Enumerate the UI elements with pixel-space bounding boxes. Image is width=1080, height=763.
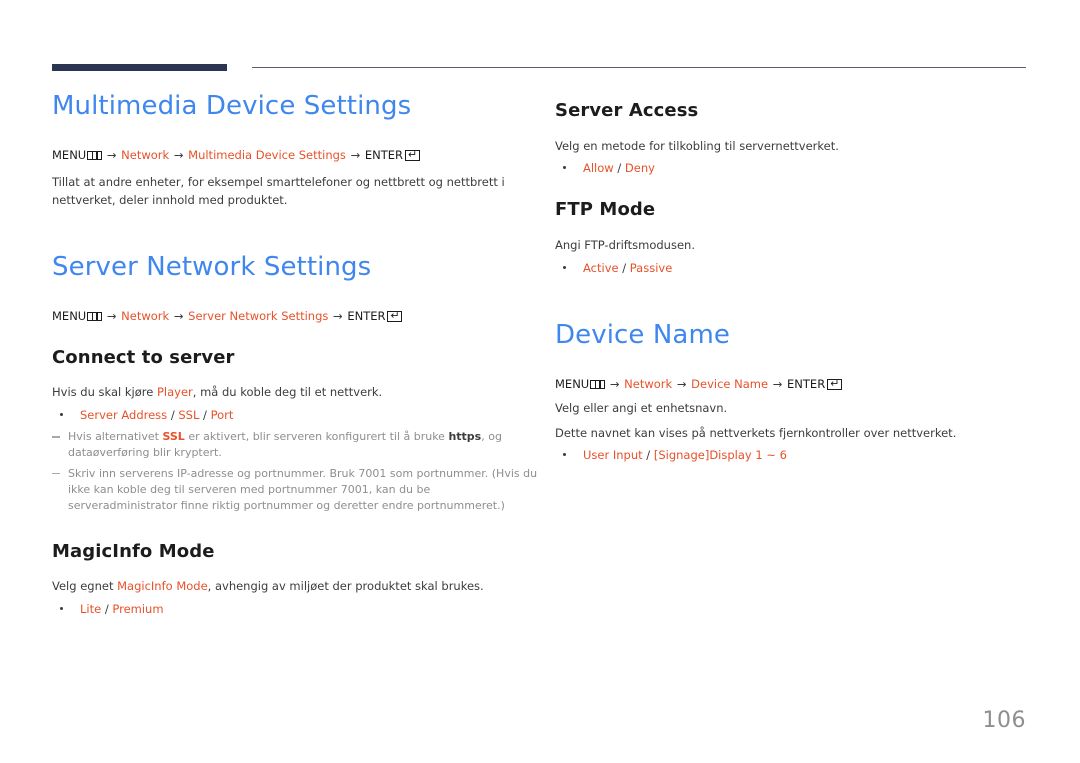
arrow-icon: → [609,376,620,391]
enter-label: ENTER [787,376,826,391]
option-active[interactable]: Active [583,261,619,275]
paragraph-device-name-1: Velg eller angi et enhetsnavn. [555,401,728,416]
paragraph-multimedia-device-settings: Tillat at andre enheter, for eksempel sm… [52,175,505,207]
option-lite[interactable]: Lite [80,602,101,616]
page-number: 106 [982,708,1026,733]
right-column: Server Access Velg en metode for tilkobl… [555,92,1035,465]
option-list-magicinfo-mode: Lite / Premium [52,600,542,618]
paragraph-device-name-2: Dette navnet kan vises på nettverkets fj… [555,425,957,440]
paragraph-magicinfo-mode: Velg egnet MagicInfo Mode, avhengig av m… [52,578,542,595]
menu-path-multimedia-device-settings: MENU → Network → Multimedia Device Setti… [52,148,542,164]
option-allow[interactable]: Allow [583,161,614,175]
menu-label: MENU [52,147,87,162]
arrow-icon: → [106,147,117,162]
enter-icon: ↵ [827,378,843,390]
header-rule-thin [252,67,1026,68]
option-deny[interactable]: Deny [625,161,655,175]
list-item[interactable]: User Input / [Signage]Display 1 ~ 6 [555,446,1035,464]
option-list-ftp-mode: Active / Passive [555,259,1035,277]
option-signage-display[interactable]: [Signage]Display 1 ~ 6 [654,448,787,462]
subsection-title-magicinfo-mode: MagicInfo Mode [52,540,215,562]
arrow-icon: → [350,147,361,162]
accent-player: Player [156,385,193,400]
menu-path-part-network: Network [121,309,170,324]
menu-icon [87,150,103,160]
subsection-title-server-access: Server Access [555,100,699,121]
accent-magicinfo-mode: MagicInfo Mode [117,579,208,594]
option-list-device-name: User Input / [Signage]Display 1 ~ 6 [555,446,1035,464]
enter-label: ENTER [347,309,386,324]
menu-path-device-name: MENU → Network → Device Name → ENTER ↵ [555,377,1035,393]
enter-label: ENTER [364,147,404,162]
menu-path-part-server-network-settings: Server Network Settings [188,309,329,324]
paragraph-ftp-mode: Angi FTP-driftsmodusen. [555,238,695,253]
option-premium[interactable]: Premium [112,602,163,616]
list-item[interactable]: Server Address / SSL / Port [52,406,542,424]
option-passive[interactable]: Passive [630,261,673,275]
paragraph-server-access: Velg en metode for tilkobling til server… [555,138,839,153]
menu-path-part-network: Network [624,376,673,391]
arrow-icon: → [173,147,184,162]
subsection-title-ftp-mode: FTP Mode [555,199,656,221]
accent-ssl: SSL [162,430,185,444]
bold-https: https [448,430,482,444]
manual-page: Multimedia Device Settings MENU → Networ… [0,0,1080,763]
note-item-port: Skriv inn serverens IP-adresse og portnu… [52,466,542,514]
section-title-device-name: Device Name [555,319,730,350]
list-item[interactable]: Allow / Deny [555,159,1035,177]
menu-path-part-network: Network [121,147,170,162]
note-list-connect-to-server: Hvis alternativet SSL er aktivert, blir … [52,429,542,514]
option-user-input[interactable]: User Input [583,448,643,462]
arrow-icon: → [772,376,783,391]
section-title-server-network-settings: Server Network Settings [52,252,372,283]
menu-path-server-network-settings: MENU → Network → Server Network Settings… [52,309,542,325]
menu-path-part-multimedia: Multimedia Device Settings [188,147,346,162]
menu-icon [87,312,103,322]
menu-icon [590,379,606,389]
note-item-ssl: Hvis alternativet SSL er aktivert, blir … [52,429,542,461]
menu-path-part-device-name: Device Name [691,376,769,391]
enter-icon: ↵ [405,149,421,161]
header-rule-group [52,64,1026,74]
left-column: Multimedia Device Settings MENU → Networ… [52,91,542,618]
text-after: , avhengig av miljøet der produktet skal… [207,579,484,594]
header-rule-thick [52,64,227,71]
arrow-icon: → [333,309,343,324]
option-ssl[interactable]: SSL [178,408,199,422]
text-before: Hvis du skal kjøre [52,385,157,400]
paragraph-connect-to-server: Hvis du skal kjøre Player, må du koble d… [52,384,542,401]
arrow-icon: → [106,309,117,324]
list-item[interactable]: Lite / Premium [52,600,542,618]
subsection-title-connect-to-server: Connect to server [52,346,235,368]
option-list-connect-to-server: Server Address / SSL / Port [52,406,542,424]
arrow-icon: → [676,376,687,391]
section-title-multimedia-device-settings: Multimedia Device Settings [52,91,412,121]
menu-label: MENU [555,376,590,391]
list-item[interactable]: Active / Passive [555,259,1035,277]
option-server-address[interactable]: Server Address [80,408,167,422]
text-before: Velg egnet [52,579,118,594]
arrow-icon: → [173,309,184,324]
option-list-server-access: Allow / Deny [555,159,1035,177]
text-after: , må du koble deg til et nettverk. [192,385,383,400]
option-port[interactable]: Port [211,408,234,422]
enter-icon: ↵ [387,311,403,323]
menu-label: MENU [52,309,87,324]
